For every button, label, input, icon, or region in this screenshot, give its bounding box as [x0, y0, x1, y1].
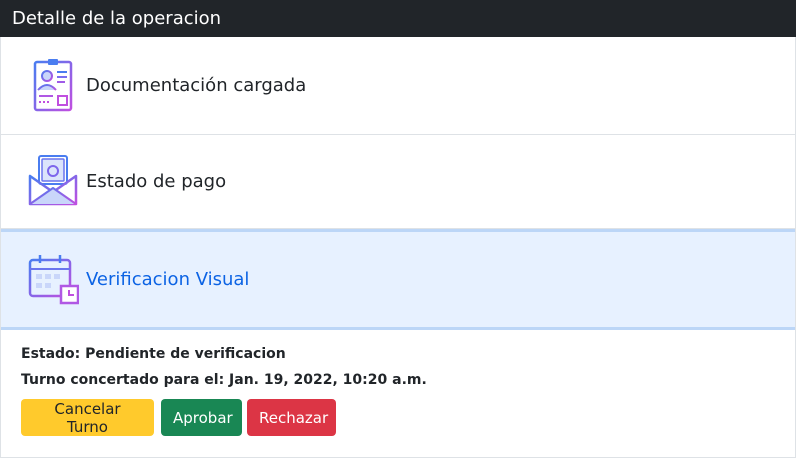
accordion-item-documentacion[interactable]: Documentación cargada: [1, 37, 795, 135]
calendar-clock-icon: [28, 255, 79, 305]
money-envelope-icon: [28, 155, 78, 206]
page-title: Detalle de la operacion: [12, 8, 222, 29]
accordion-label-estado-pago: Estado de pago: [86, 171, 227, 192]
cancel-turno-button[interactable]: Cancelar Turno: [21, 399, 154, 436]
accordion-label-verificacion-visual: Verificacion Visual: [86, 269, 250, 290]
id-card-icon: [33, 59, 73, 112]
operation-accordion: Documentación cargada Estado de pago Ver…: [0, 37, 796, 458]
accordion-item-estado-pago[interactable]: Estado de pago: [1, 135, 795, 229]
turno-text: Turno concertado para el: Jan. 19, 2022,…: [21, 372, 427, 388]
accordion-item-verificacion-visual[interactable]: Verificacion Visual: [1, 229, 795, 330]
page-header: Detalle de la operacion: [0, 0, 796, 37]
approve-button[interactable]: Aprobar: [161, 399, 242, 436]
accordion-label-documentacion: Documentación cargada: [86, 75, 307, 96]
estado-text: Estado: Pendiente de verificacion: [21, 346, 286, 362]
accordion-body-verificacion: Estado: Pendiente de verificacion Turno …: [1, 330, 795, 458]
reject-button[interactable]: Rechazar: [247, 399, 336, 436]
